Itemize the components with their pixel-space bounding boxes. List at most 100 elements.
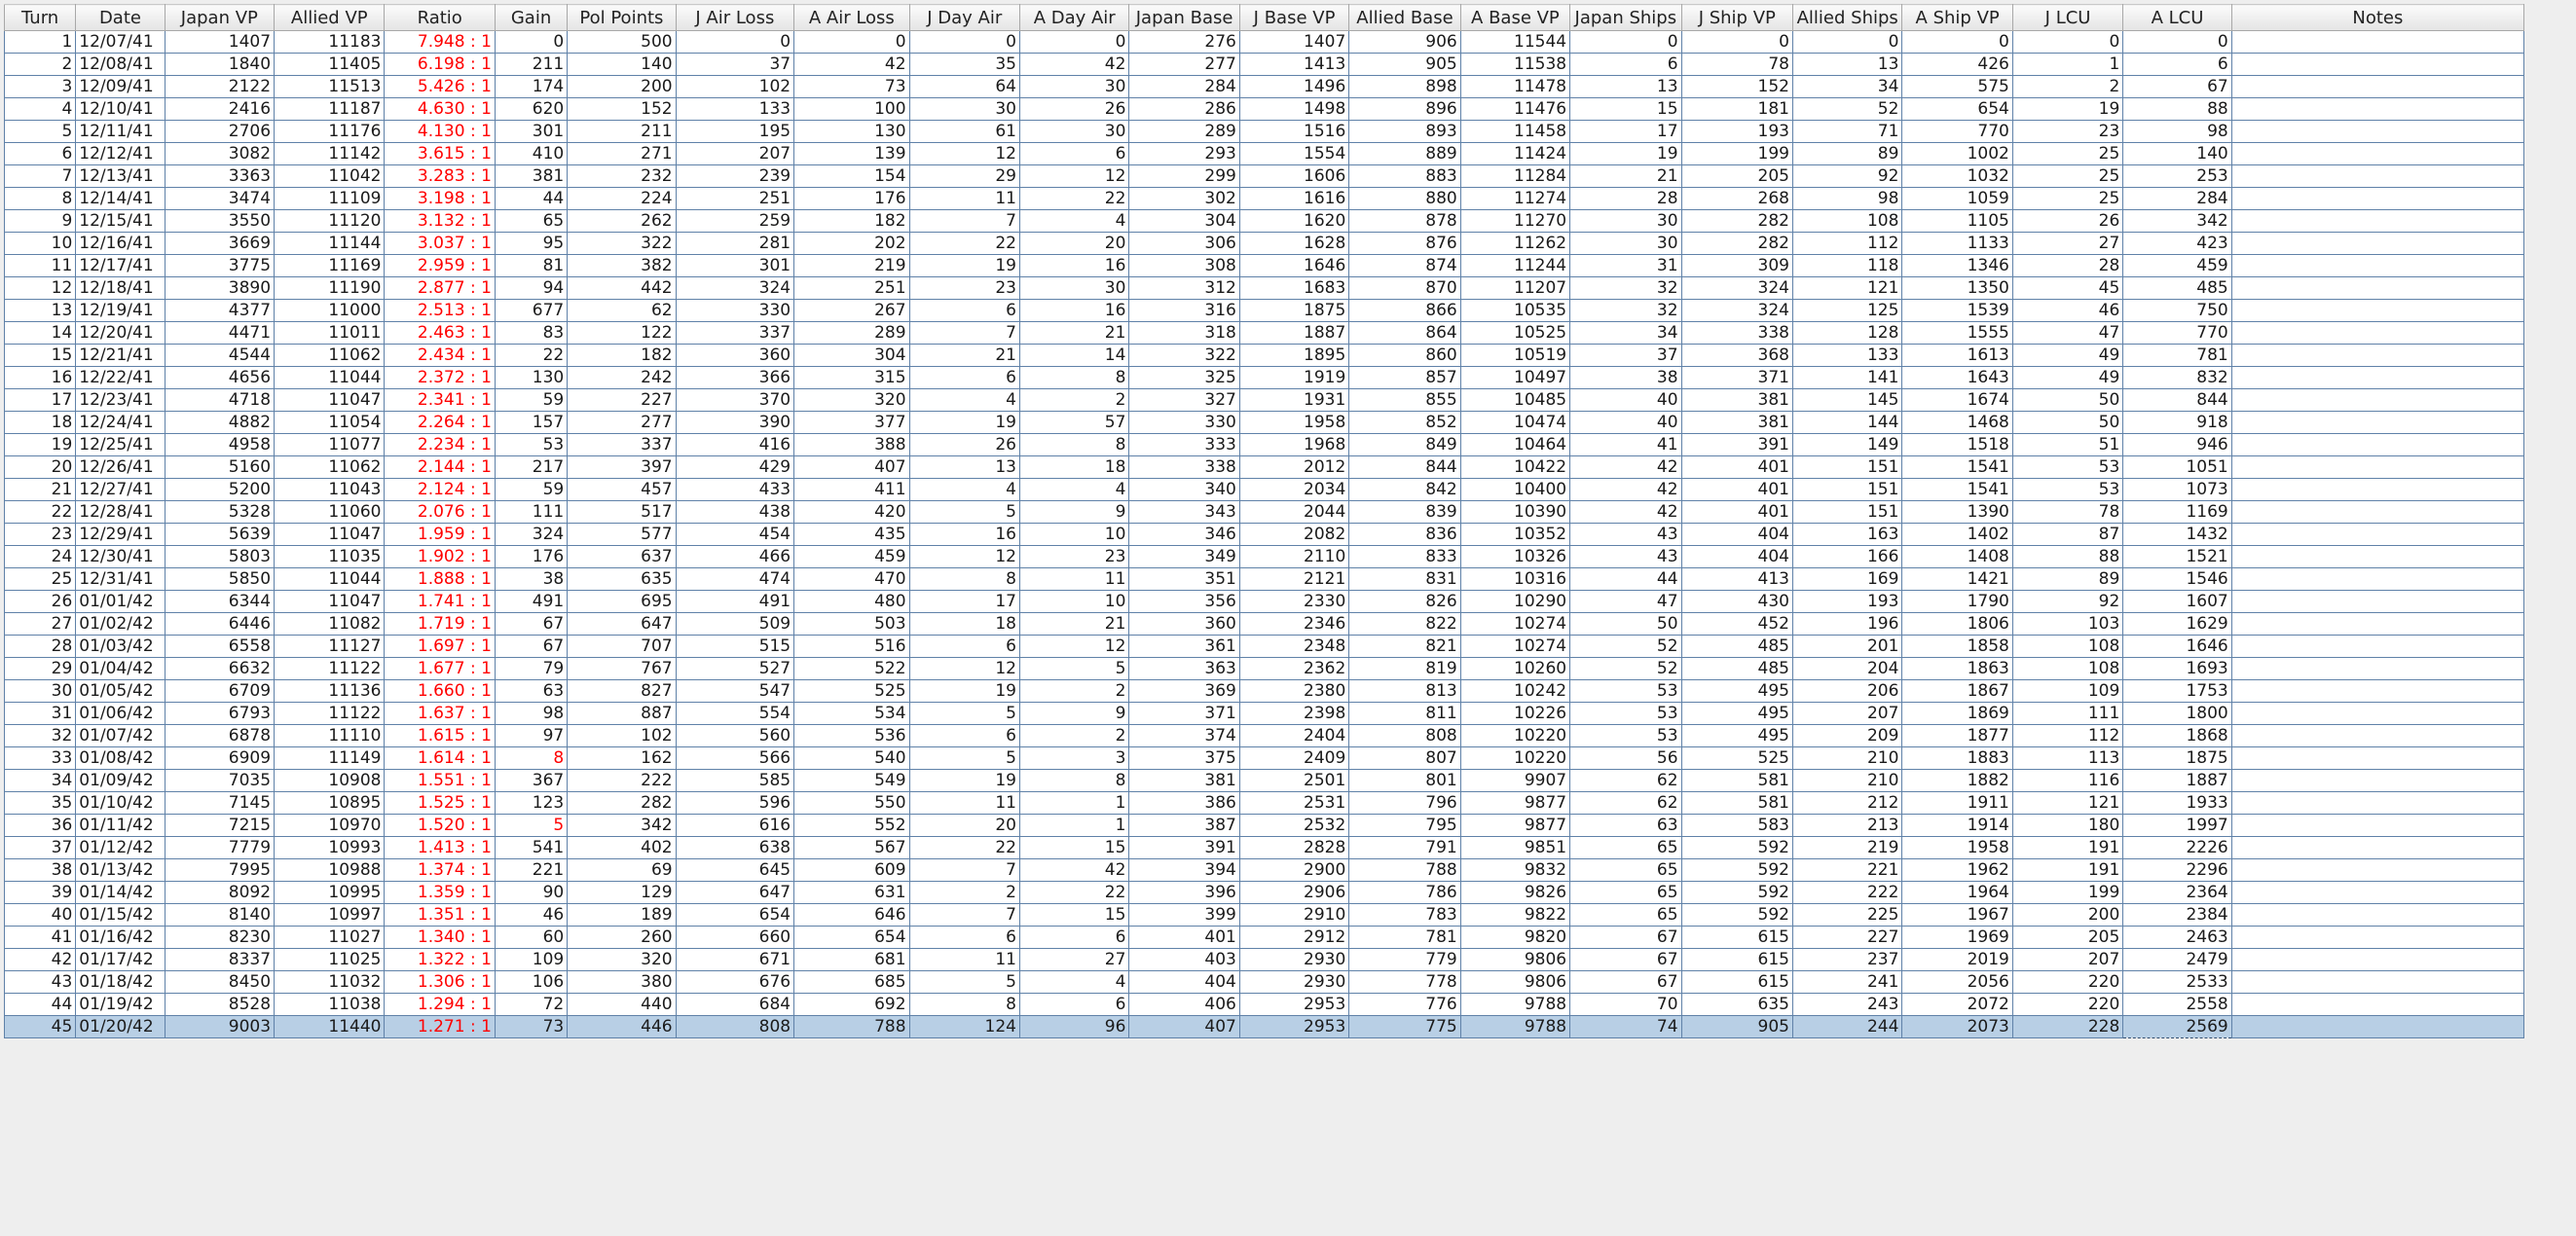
- cell-a-air-loss[interactable]: 154: [793, 164, 910, 188]
- cell-turn[interactable]: 12: [3, 276, 77, 300]
- cell-allied-vp[interactable]: 11440: [274, 1015, 386, 1038]
- cell-date[interactable]: 12/25/41: [75, 433, 166, 456]
- cell-date[interactable]: 01/20/42: [75, 1015, 166, 1038]
- cell-pol-points[interactable]: 442: [567, 276, 677, 300]
- cell-a-base-vp[interactable]: 11270: [1459, 209, 1571, 233]
- cell-japan-vp[interactable]: 6632: [164, 657, 276, 680]
- cell-date[interactable]: 12/12/41: [75, 142, 166, 165]
- cell-ratio[interactable]: 1.551 : 1: [384, 769, 496, 792]
- cell-allied-base[interactable]: 821: [1348, 635, 1461, 658]
- cell-j-day-air[interactable]: 17: [908, 590, 1020, 613]
- cell-a-day-air[interactable]: 4: [1018, 970, 1130, 994]
- cell-japan-ships[interactable]: 53: [1569, 724, 1682, 747]
- cell-j-ship-vp[interactable]: 495: [1680, 679, 1794, 703]
- cell-notes[interactable]: [2230, 993, 2525, 1016]
- cell-ratio[interactable]: 1.525 : 1: [384, 791, 496, 815]
- cell-j-base-vp[interactable]: 1413: [1238, 53, 1350, 76]
- cell-a-day-air[interactable]: 22: [1018, 881, 1130, 904]
- cell-j-lcu[interactable]: 109: [2011, 679, 2124, 703]
- cell-allied-base[interactable]: 883: [1348, 164, 1461, 188]
- cell-gain[interactable]: 491: [494, 590, 569, 613]
- cell-j-base-vp[interactable]: 2910: [1238, 903, 1350, 927]
- cell-allied-vp[interactable]: 11062: [274, 455, 386, 479]
- cell-j-air-loss[interactable]: 454: [675, 523, 795, 546]
- table-row[interactable]: 13 12/19/41 4377 11000 2.513 : 1 677 62 330 267 6…: [3, 299, 2525, 322]
- cell-allied-ships[interactable]: 149: [1791, 433, 1903, 456]
- cell-allied-vp[interactable]: 11047: [274, 590, 386, 613]
- cell-a-base-vp[interactable]: 10497: [1459, 366, 1571, 389]
- cell-j-ship-vp[interactable]: 413: [1680, 567, 1794, 591]
- cell-j-day-air[interactable]: 7: [908, 903, 1020, 927]
- cell-a-lcu[interactable]: 781: [2122, 344, 2232, 367]
- cell-j-air-loss[interactable]: 281: [675, 232, 795, 255]
- cell-allied-base[interactable]: 813: [1348, 679, 1461, 703]
- cell-a-lcu[interactable]: 750: [2122, 299, 2232, 322]
- cell-j-ship-vp[interactable]: 485: [1680, 635, 1794, 658]
- cell-a-lcu[interactable]: 342: [2122, 209, 2232, 233]
- cell-j-day-air[interactable]: 4: [908, 478, 1020, 501]
- cell-allied-base[interactable]: 808: [1348, 724, 1461, 747]
- cell-turn[interactable]: 38: [3, 858, 77, 882]
- cell-j-air-loss[interactable]: 554: [675, 702, 795, 725]
- cell-a-day-air[interactable]: 30: [1018, 120, 1130, 143]
- cell-j-air-loss[interactable]: 102: [675, 75, 795, 98]
- cell-japan-vp[interactable]: 8092: [164, 881, 276, 904]
- cell-pol-points[interactable]: 397: [567, 455, 677, 479]
- table-row[interactable]: 1 12/07/41 1407 11183 7.948 : 1 0 500 0 0 0 0 276 14…: [3, 30, 2525, 54]
- cell-pol-points[interactable]: 152: [567, 97, 677, 121]
- table-row[interactable]: 31 01/06/42 6793 11122 1.637 : 1 98 887 554 534 5…: [3, 702, 2525, 725]
- cell-a-ship-vp[interactable]: 1969: [1901, 926, 2013, 949]
- cell-pol-points[interactable]: 69: [567, 858, 677, 882]
- cell-j-day-air[interactable]: 6: [908, 724, 1020, 747]
- cell-notes[interactable]: [2230, 702, 2525, 725]
- cell-date[interactable]: 01/17/42: [75, 948, 166, 971]
- cell-allied-ships[interactable]: 204: [1791, 657, 1903, 680]
- cell-japan-vp[interactable]: 5328: [164, 500, 276, 524]
- cell-gain[interactable]: 98: [494, 702, 569, 725]
- cell-pol-points[interactable]: 382: [567, 254, 677, 277]
- cell-a-base-vp[interactable]: 11478: [1459, 75, 1571, 98]
- cell-j-air-loss[interactable]: 645: [675, 858, 795, 882]
- cell-allied-ships[interactable]: 92: [1791, 164, 1903, 188]
- cell-j-air-loss[interactable]: 660: [675, 926, 795, 949]
- cell-allied-base[interactable]: 839: [1348, 500, 1461, 524]
- table-row[interactable]: 44 01/19/42 8528 11038 1.294 : 1 72 440 684 692 8…: [3, 993, 2525, 1016]
- cell-a-ship-vp[interactable]: 1964: [1901, 881, 2013, 904]
- cell-japan-ships[interactable]: 67: [1569, 970, 1682, 994]
- cell-pol-points[interactable]: 260: [567, 926, 677, 949]
- cell-allied-ships[interactable]: 112: [1791, 232, 1903, 255]
- cell-a-lcu[interactable]: 423: [2122, 232, 2232, 255]
- cell-j-lcu[interactable]: 89: [2011, 567, 2124, 591]
- cell-j-base-vp[interactable]: 2828: [1238, 836, 1350, 859]
- cell-pol-points[interactable]: 647: [567, 612, 677, 636]
- cell-a-air-loss[interactable]: 550: [793, 791, 910, 815]
- cell-j-base-vp[interactable]: 2110: [1238, 545, 1350, 568]
- cell-japan-base[interactable]: 371: [1128, 702, 1240, 725]
- cell-gain[interactable]: 97: [494, 724, 569, 747]
- cell-a-air-loss[interactable]: 435: [793, 523, 910, 546]
- cell-a-ship-vp[interactable]: 1867: [1901, 679, 2013, 703]
- cell-japan-vp[interactable]: 7145: [164, 791, 276, 815]
- cell-a-air-loss[interactable]: 522: [793, 657, 910, 680]
- cell-allied-base[interactable]: 775: [1348, 1015, 1461, 1038]
- cell-gain[interactable]: 301: [494, 120, 569, 143]
- cell-allied-base[interactable]: 801: [1348, 769, 1461, 792]
- cell-j-lcu[interactable]: 220: [2011, 970, 2124, 994]
- cell-a-base-vp[interactable]: 11458: [1459, 120, 1571, 143]
- cell-date[interactable]: 01/03/42: [75, 635, 166, 658]
- cell-j-ship-vp[interactable]: 905: [1680, 1015, 1794, 1038]
- cell-date[interactable]: 12/20/41: [75, 321, 166, 345]
- cell-pol-points[interactable]: 224: [567, 187, 677, 210]
- cell-a-ship-vp[interactable]: 0: [1901, 30, 2013, 54]
- cell-allied-vp[interactable]: 11405: [274, 53, 386, 76]
- table-row[interactable]: 25 12/31/41 5850 11044 1.888 : 1 38 635 474 470 8…: [3, 567, 2525, 591]
- cell-j-air-loss[interactable]: 509: [675, 612, 795, 636]
- cell-j-base-vp[interactable]: 2953: [1238, 993, 1350, 1016]
- cell-allied-ships[interactable]: 241: [1791, 970, 1903, 994]
- cell-j-day-air[interactable]: 30: [908, 97, 1020, 121]
- cell-j-air-loss[interactable]: 133: [675, 97, 795, 121]
- cell-japan-base[interactable]: 407: [1128, 1015, 1240, 1038]
- cell-a-air-loss[interactable]: 130: [793, 120, 910, 143]
- cell-j-day-air[interactable]: 19: [908, 679, 1020, 703]
- cell-j-lcu[interactable]: 180: [2011, 814, 2124, 837]
